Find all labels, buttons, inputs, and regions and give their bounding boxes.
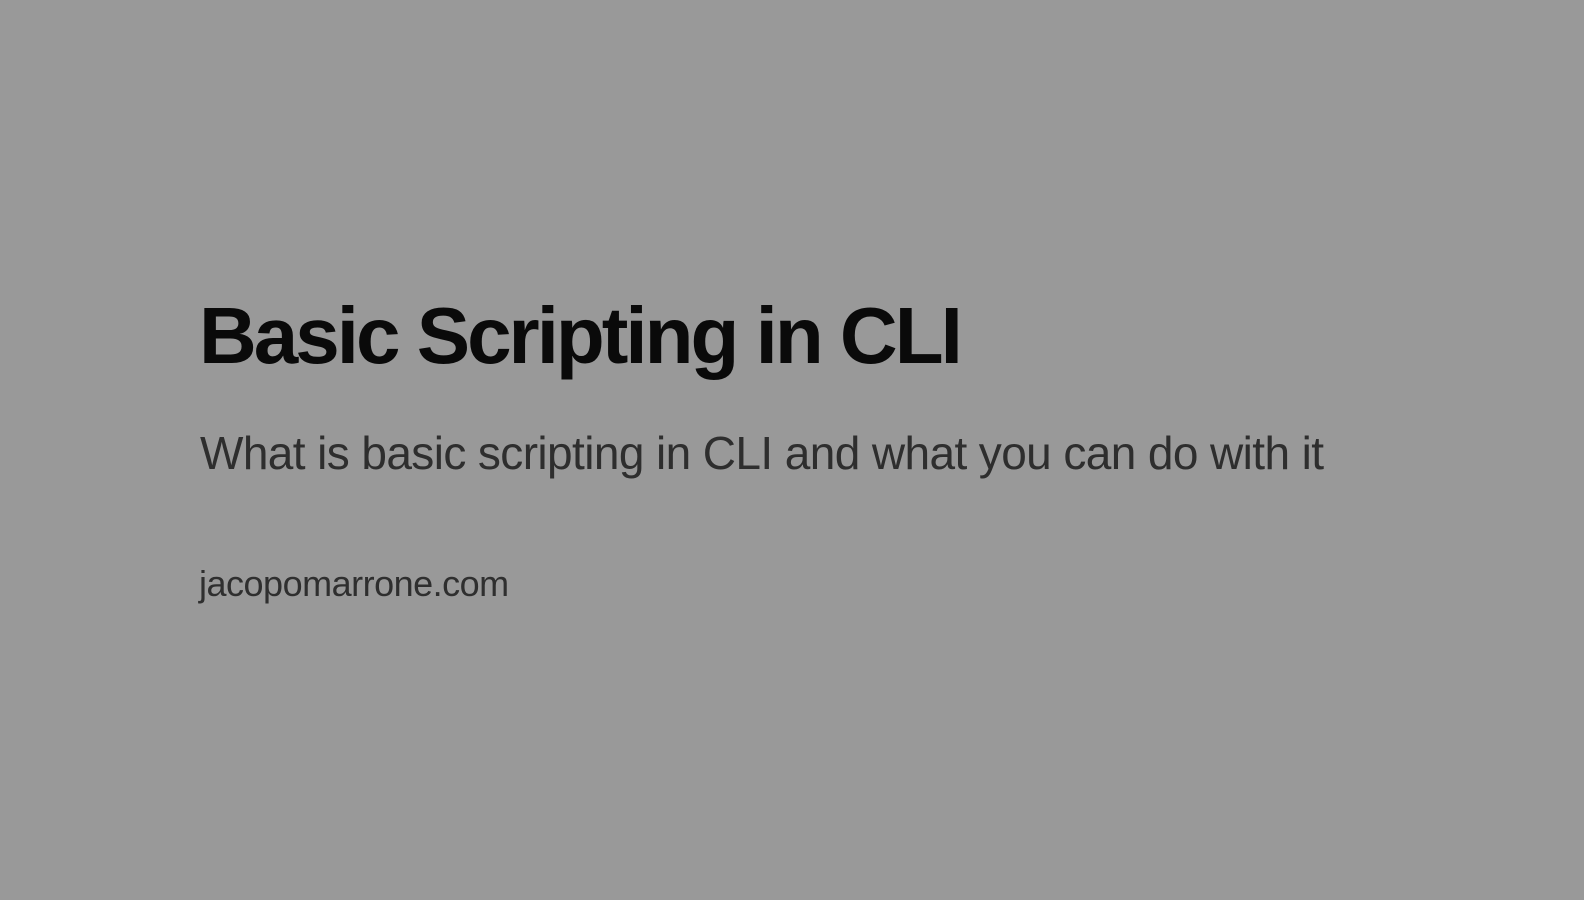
slide-subtitle: What is basic scripting in CLI and what … xyxy=(200,427,1324,479)
website-label: jacopomarrone.com xyxy=(199,563,509,604)
title-slide: Basic Scripting in CLI What is basic scr… xyxy=(0,0,1584,900)
slide-title: Basic Scripting in CLI xyxy=(199,291,963,380)
